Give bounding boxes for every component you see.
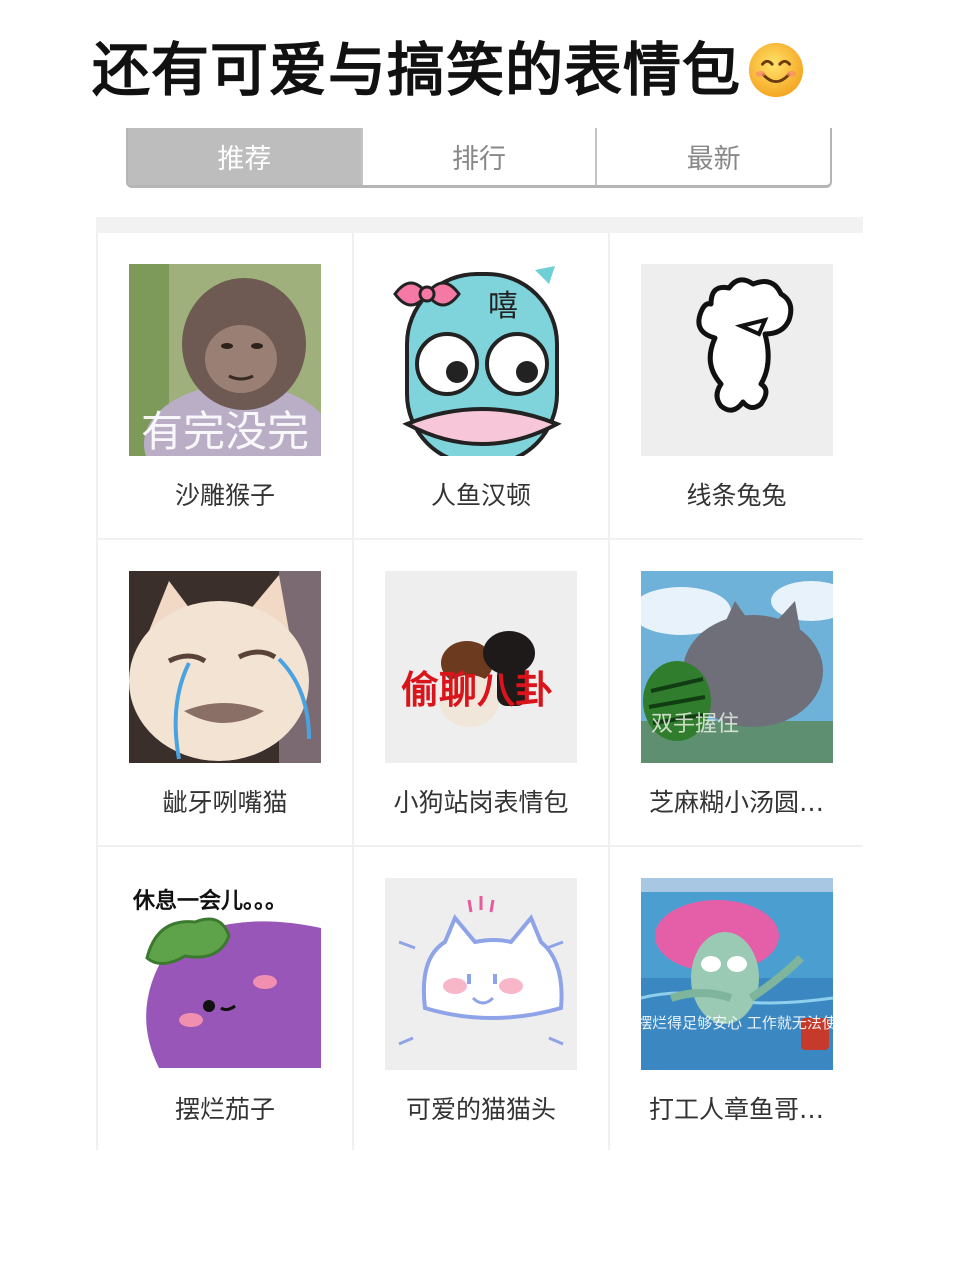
sticker-title: 龇牙咧嘴猫 xyxy=(162,788,288,817)
sticker-title: 芝麻糊小汤圆… xyxy=(648,788,824,817)
thumbnail-overlay-text: 嘻 xyxy=(488,289,518,324)
sticker-thumbnail: 偷聊八卦 xyxy=(385,571,577,763)
sticker-card[interactable]: 有完没完 沙雕猴子 xyxy=(96,233,352,540)
tab-ranking[interactable]: 排行 xyxy=(360,128,596,185)
sticker-title: 人鱼汉顿 xyxy=(430,481,531,510)
sticker-thumbnail: 双手握住 xyxy=(641,571,833,763)
sticker-title: 沙雕猴子 xyxy=(174,481,275,510)
sticker-card[interactable]: 双手握住 芝麻糊小汤圆… xyxy=(608,540,863,847)
sticker-card[interactable]: 线条兔兔 xyxy=(608,233,863,540)
sticker-thumbnail: 只要我摆烂得足够安心 工作就无法使我烦心 xyxy=(641,878,833,1070)
sticker-thumbnail xyxy=(385,878,577,1070)
sticker-card[interactable]: 嘻 人鱼汉顿 xyxy=(352,233,608,540)
sticker-thumbnail: 嘻 xyxy=(385,264,577,456)
headline-text: 还有可爱与搞笑的表情包 xyxy=(92,36,742,104)
sticker-card[interactable]: 只要我摆烂得足够安心 工作就无法使我烦心 打工人章鱼哥… xyxy=(608,847,863,1150)
grid-top-divider xyxy=(96,217,863,233)
category-tabs: 推荐 排行 最新 xyxy=(126,128,832,188)
smiling-face-emoji-icon xyxy=(748,42,804,98)
page-headline: 还有可爱与搞笑的表情包 xyxy=(92,34,805,106)
sticker-thumbnail: 有完没完 xyxy=(129,264,321,456)
sticker-card[interactable]: 偷聊八卦 小狗站岗表情包 xyxy=(352,540,608,847)
sticker-title: 可爱的猫猫头 xyxy=(405,1095,556,1124)
thumbnail-overlay-text: 有完没完 xyxy=(141,407,309,456)
sticker-title: 打工人章鱼哥… xyxy=(648,1095,824,1124)
sticker-thumbnail xyxy=(129,571,321,763)
tab-latest[interactable]: 最新 xyxy=(595,128,830,185)
thumbnail-overlay-text: 休息一会儿。。。 xyxy=(132,888,287,914)
sticker-grid: 有完没完 沙雕猴子 嘻 人鱼汉顿 线条兔兔 龇牙咧嘴猫 偷聊八卦 小狗站岗表情包… xyxy=(96,233,863,1150)
thumbnail-overlay-text: 双手握住 xyxy=(651,712,739,737)
sticker-thumbnail xyxy=(641,264,833,456)
sticker-card[interactable]: 可爱的猫猫头 xyxy=(352,847,608,1150)
sticker-card[interactable]: 龇牙咧嘴猫 xyxy=(96,540,352,847)
thumbnail-overlay-text: 只要我摆烂得足够安心 工作就无法使我烦心 xyxy=(641,1014,833,1032)
sticker-card[interactable]: 休息一会儿。。。 摆烂茄子 xyxy=(96,847,352,1150)
thumbnail-overlay-text: 偷聊八卦 xyxy=(401,668,553,712)
sticker-title: 小狗站岗表情包 xyxy=(393,788,569,817)
sticker-title: 线条兔兔 xyxy=(686,481,787,510)
tab-recommended[interactable]: 推荐 xyxy=(128,128,361,185)
sticker-title: 摆烂茄子 xyxy=(174,1095,275,1124)
sticker-thumbnail: 休息一会儿。。。 xyxy=(129,878,321,1070)
